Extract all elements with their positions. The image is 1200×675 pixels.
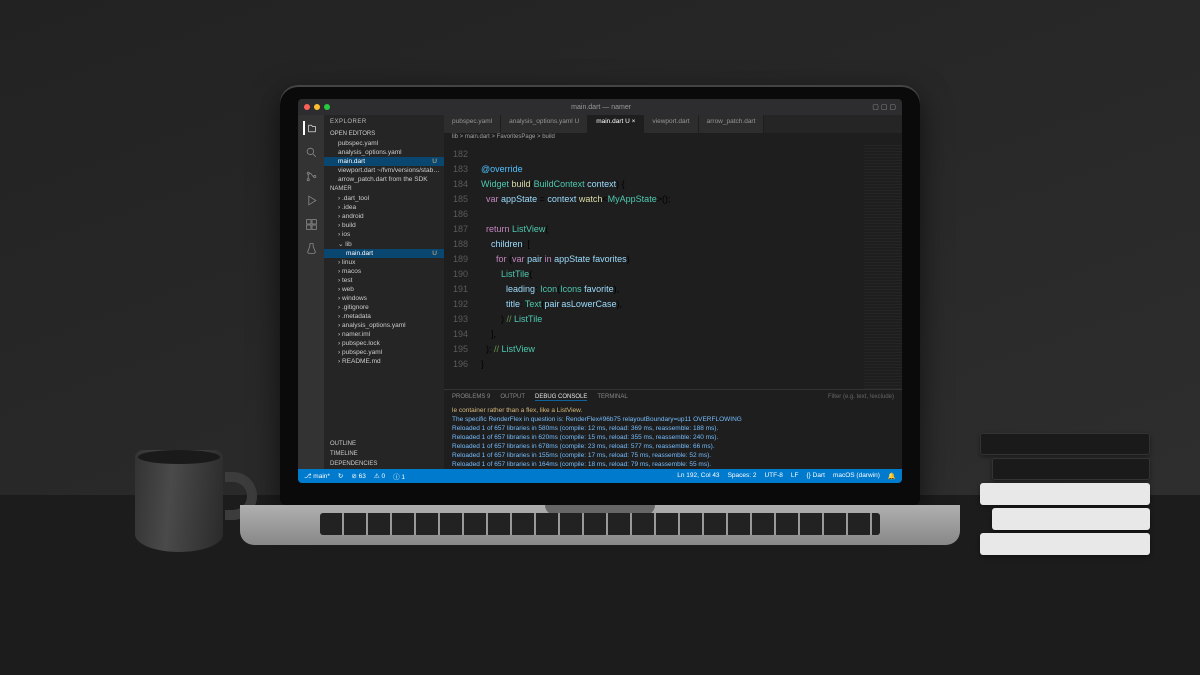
window-title: main.dart — namer — [330, 104, 872, 111]
status-eol[interactable]: LF — [791, 472, 799, 480]
file-tree-item[interactable]: › pubspec.lock — [324, 339, 444, 348]
panel-tab-output[interactable]: OUTPUT — [500, 394, 525, 400]
editor-tab[interactable]: arrow_patch.dart — [699, 115, 765, 133]
open-editor-item[interactable]: main.dartU — [324, 157, 444, 166]
laptop: main.dart — namer ▢ ▢ ▢ EXPLORER OPEN ED… — [280, 85, 920, 545]
debug-console-output[interactable]: le container rather than a flex, like a … — [444, 404, 902, 469]
status-bar: ⎇ main* ↻ ⊘ 63 ⚠ 0 ⓘ 1 Ln 192, Col 43 Sp… — [298, 469, 902, 483]
file-tree-item[interactable]: › .gitignore — [324, 303, 444, 312]
testing-icon[interactable] — [304, 241, 318, 255]
status-device[interactable]: macOS (darwin) — [833, 472, 880, 480]
panel-tab-problems[interactable]: PROBLEMS 9 — [452, 394, 490, 400]
file-tree-item[interactable]: › windows — [324, 294, 444, 303]
book-stack — [980, 430, 1150, 555]
open-editor-item[interactable]: pubspec.yaml — [324, 139, 444, 148]
titlebar: main.dart — namer ▢ ▢ ▢ — [298, 99, 902, 115]
editor-tab[interactable]: analysis_options.yaml U — [501, 115, 588, 133]
search-icon[interactable] — [304, 145, 318, 159]
editor-tab[interactable]: viewport.dart — [644, 115, 698, 133]
status-bell-icon[interactable]: 🔔 — [888, 472, 896, 480]
coffee-mug — [135, 450, 235, 555]
editor-tab[interactable]: main.dart U × — [588, 115, 644, 133]
file-tree-item[interactable]: › .dart_tool — [324, 194, 444, 203]
code-content[interactable]: @override Widget build(BuildContext cont… — [476, 145, 864, 389]
source-control-icon[interactable] — [304, 169, 318, 183]
status-sync-icon[interactable]: ↻ — [338, 472, 343, 480]
file-tree-item[interactable]: › pubspec.yaml — [324, 348, 444, 357]
project-section[interactable]: NAMER — [324, 184, 444, 194]
minimap[interactable] — [864, 145, 902, 389]
sidebar: EXPLORER OPEN EDITORS pubspec.yamlanalys… — [324, 115, 444, 469]
panel-tab-terminal[interactable]: TERMINAL — [597, 394, 627, 400]
minimize-icon[interactable] — [314, 104, 320, 110]
panel-filter-input[interactable]: Filter (e.g. text, !exclude) — [828, 394, 894, 400]
file-tree-item[interactable]: › macos — [324, 267, 444, 276]
code-editor[interactable]: 182 183 184 185 186 187 188 189 190 191 … — [444, 145, 902, 389]
open-editors-section[interactable]: OPEN EDITORS — [324, 129, 444, 139]
file-tree-item[interactable]: › test — [324, 276, 444, 285]
status-spaces[interactable]: Spaces: 2 — [728, 472, 757, 480]
bottom-panel: PROBLEMS 9 OUTPUT DEBUG CONSOLE TERMINAL… — [444, 389, 902, 469]
laptop-keyboard — [240, 505, 960, 545]
extensions-icon[interactable] — [304, 217, 318, 231]
status-branch[interactable]: ⎇ main* — [304, 472, 330, 480]
file-tree-item[interactable]: › .idea — [324, 203, 444, 212]
editor-tabs: pubspec.yamlanalysis_options.yaml Umain.… — [444, 115, 902, 133]
panel-tab-debug-console[interactable]: DEBUG CONSOLE — [535, 394, 587, 401]
layout-controls-icon[interactable]: ▢ ▢ ▢ — [872, 103, 896, 111]
open-editor-item[interactable]: arrow_patch.dart from the SDK — [324, 175, 444, 184]
explorer-icon[interactable] — [303, 121, 317, 135]
dependencies-section[interactable]: DEPENDENCIES — [324, 459, 444, 469]
file-tree-item[interactable]: › namer.iml — [324, 330, 444, 339]
file-tree-item[interactable]: › linux — [324, 258, 444, 267]
timeline-section[interactable]: TIMELINE — [324, 449, 444, 459]
status-warnings[interactable]: ⚠ 0 — [374, 472, 385, 480]
outline-section[interactable]: OUTLINE — [324, 439, 444, 449]
sidebar-title: EXPLORER — [324, 115, 444, 129]
status-info[interactable]: ⓘ 1 — [393, 471, 405, 481]
close-icon[interactable] — [304, 104, 310, 110]
status-errors[interactable]: ⊘ 63 — [351, 472, 365, 480]
open-editor-item[interactable]: viewport.dart ~/fvm/versions/stable/pack… — [324, 166, 444, 175]
file-tree-item[interactable]: › build — [324, 221, 444, 230]
file-tree-item[interactable]: › README.md — [324, 357, 444, 366]
file-tree-item[interactable]: › analysis_options.yaml — [324, 321, 444, 330]
breadcrumbs[interactable]: lib > main.dart > FavoritesPage > build — [444, 133, 902, 145]
debug-icon[interactable] — [304, 193, 318, 207]
status-position[interactable]: Ln 192, Col 43 — [677, 472, 719, 480]
status-encoding[interactable]: UTF-8 — [764, 472, 782, 480]
line-gutter: 182 183 184 185 186 187 188 189 190 191 … — [444, 145, 476, 389]
activity-bar — [298, 115, 324, 469]
vscode-window: main.dart — namer ▢ ▢ ▢ EXPLORER OPEN ED… — [298, 99, 902, 483]
file-tree-item[interactable]: › .metadata — [324, 312, 444, 321]
open-editor-item[interactable]: analysis_options.yaml — [324, 148, 444, 157]
file-tree-item[interactable]: ⌄ lib — [324, 239, 444, 249]
status-language[interactable]: {} Dart — [807, 472, 825, 480]
window-traffic-lights[interactable] — [304, 104, 330, 110]
file-tree-item[interactable]: › android — [324, 212, 444, 221]
editor-tab[interactable]: pubspec.yaml — [444, 115, 501, 133]
file-tree-item[interactable]: › ios — [324, 230, 444, 239]
file-tree-item[interactable]: › web — [324, 285, 444, 294]
file-tree-item[interactable]: main.dartU — [324, 249, 444, 258]
